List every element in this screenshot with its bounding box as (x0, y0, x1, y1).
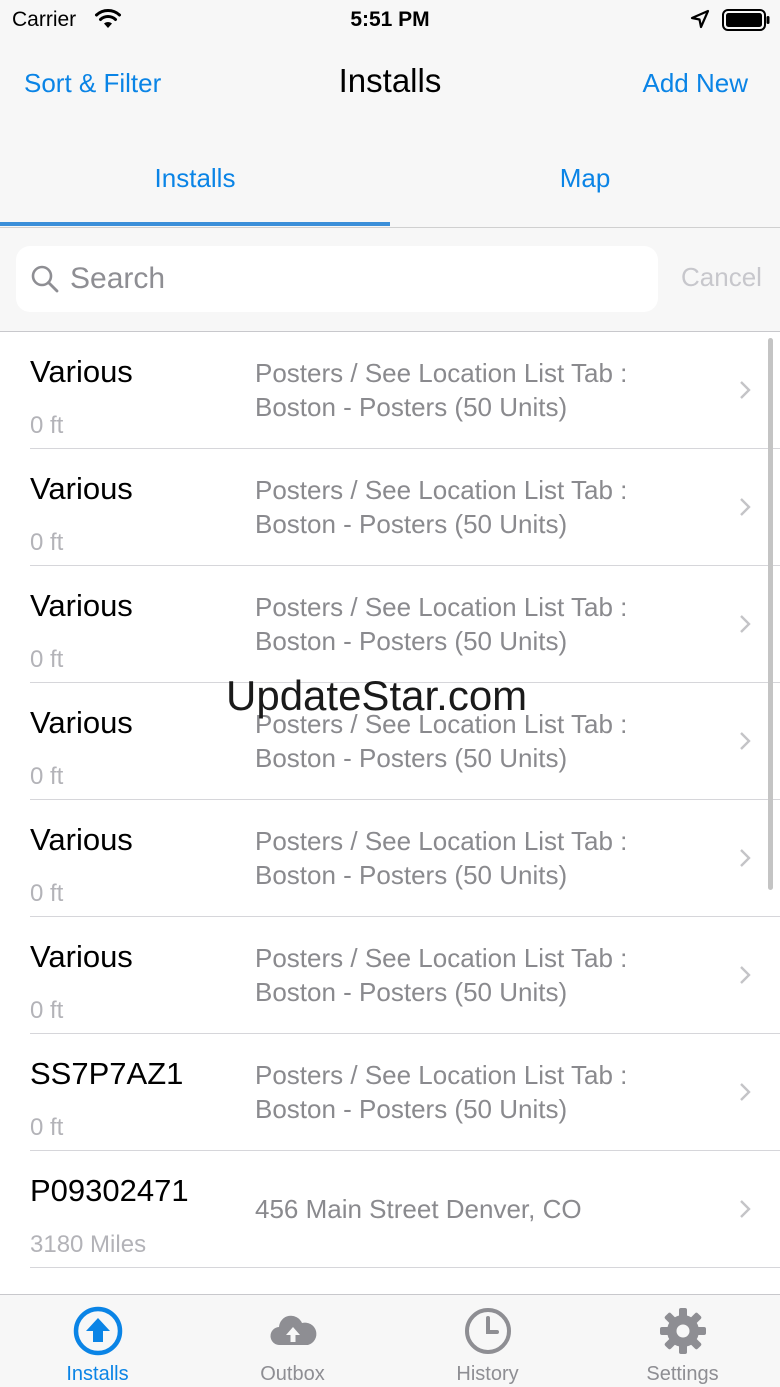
description-line-1: Posters / See Location List Tab : (255, 1060, 628, 1090)
install-distance: 0 ft (30, 763, 64, 790)
tab-settings[interactable]: Settings (585, 1295, 780, 1387)
segment-selected-indicator (0, 222, 390, 226)
chevron-right-icon (740, 615, 751, 633)
list-item[interactable]: SS7P7AZ1 0 ft Posters / See Location Lis… (0, 1034, 780, 1151)
row-divider (30, 1267, 780, 1268)
description-line-2: Boston - Posters (50 Units) (255, 860, 568, 890)
install-description: Posters / See Location List Tab : Boston … (255, 800, 705, 916)
search-icon (31, 265, 59, 293)
chevron-right-icon (740, 849, 751, 867)
description-line-2: Boston - Posters (50 Units) (255, 509, 568, 539)
search-area: Cancel (0, 228, 780, 332)
install-description: Posters / See Location List Tab : Boston … (255, 566, 705, 682)
add-new-button[interactable]: Add New (643, 68, 749, 99)
install-description: Posters / See Location List Tab : Boston … (255, 917, 705, 1033)
install-id: Various (30, 588, 133, 623)
install-id: Various (30, 822, 133, 857)
status-time: 5:51 PM (350, 8, 430, 31)
description-line-1: Posters / See Location List Tab : (255, 475, 628, 505)
description-line-2: Boston - Posters (50 Units) (255, 977, 568, 1007)
chevron-right-icon (740, 1083, 751, 1101)
install-id: Various (30, 354, 133, 389)
list-scrollbar[interactable] (768, 338, 773, 890)
tab-bar: Installs Outbox History Settings (0, 1294, 780, 1387)
install-id: Various (30, 471, 133, 506)
clock-icon (465, 1308, 511, 1354)
cancel-button[interactable]: Cancel (681, 262, 762, 293)
install-distance: 0 ft (30, 646, 64, 673)
list-item[interactable]: Various 0 ft Posters / See Location List… (0, 566, 780, 683)
tab-history[interactable]: History (390, 1295, 585, 1387)
install-description: Posters / See Location List Tab : Boston … (255, 449, 705, 565)
list-item[interactable]: Various 0 ft Posters / See Location List… (0, 917, 780, 1034)
chevron-right-icon (740, 1200, 751, 1218)
watermark-text: UpdateStar.com (226, 672, 528, 719)
status-bar: Carrier 5:51 PM (0, 0, 780, 40)
install-id: Various (30, 939, 133, 974)
install-id: Various (30, 705, 133, 740)
list-item[interactable]: Various 0 ft Posters / See Location List… (0, 800, 780, 917)
chevron-right-icon (740, 498, 751, 516)
cloud-upload-icon (270, 1315, 317, 1346)
chevron-right-icon (740, 732, 751, 750)
description-line-1: Posters / See Location List Tab : (255, 826, 628, 856)
description-line-2: Boston - Posters (50 Units) (255, 392, 568, 422)
chevron-right-icon (740, 966, 751, 984)
tab-label: Settings (646, 1363, 719, 1385)
install-distance: 0 ft (30, 997, 64, 1024)
location-arrow-icon (690, 9, 710, 29)
install-distance: 0 ft (30, 412, 64, 439)
install-distance: 0 ft (30, 880, 64, 907)
tab-label: Installs (66, 1363, 129, 1385)
install-description: Posters / See Location List Tab : Boston … (255, 332, 705, 448)
upload-circle-icon (73, 1306, 123, 1356)
tab-label: Outbox (260, 1363, 325, 1385)
tab-label: History (456, 1363, 519, 1385)
description-line-1: 456 Main Street Denver, CO (255, 1194, 582, 1224)
list-item[interactable]: P09302471 3180 Miles 456 Main Street Den… (0, 1151, 780, 1268)
gear-icon (660, 1308, 706, 1354)
install-id: SS7P7AZ1 (30, 1056, 184, 1091)
list-item[interactable]: Various 0 ft Posters / See Location List… (0, 332, 780, 449)
navigation-bar: Sort & Filter Installs Add New (0, 40, 780, 132)
list-item[interactable]: Various 0 ft Posters / See Location List… (0, 449, 780, 566)
tab-installs-list[interactable]: Installs (0, 132, 390, 228)
install-id: P09302471 (30, 1173, 189, 1208)
description-line-2: Boston - Posters (50 Units) (255, 626, 568, 656)
battery-icon (722, 9, 770, 31)
tab-outbox[interactable]: Outbox (195, 1295, 390, 1387)
chevron-right-icon (740, 381, 751, 399)
installs-list: Various 0 ft Posters / See Location List… (0, 332, 780, 1294)
description-line-2: Boston - Posters (50 Units) (255, 743, 568, 773)
install-distance: 0 ft (30, 529, 64, 556)
description-line-2: Boston - Posters (50 Units) (255, 1094, 568, 1124)
install-description: Posters / See Location List Tab : Boston … (255, 1034, 705, 1150)
description-line-1: Posters / See Location List Tab : (255, 592, 628, 622)
tab-installs[interactable]: Installs (0, 1295, 195, 1387)
description-line-1: Posters / See Location List Tab : (255, 358, 628, 388)
description-line-1: Posters / See Location List Tab : (255, 943, 628, 973)
install-description: 456 Main Street Denver, CO (255, 1151, 705, 1267)
search-box[interactable] (16, 246, 658, 312)
install-distance: 3180 Miles (30, 1231, 147, 1258)
install-distance: 0 ft (30, 1114, 64, 1141)
tab-map[interactable]: Map (390, 132, 780, 228)
search-input[interactable] (70, 246, 640, 312)
segment-bar: Installs Map (0, 132, 780, 228)
